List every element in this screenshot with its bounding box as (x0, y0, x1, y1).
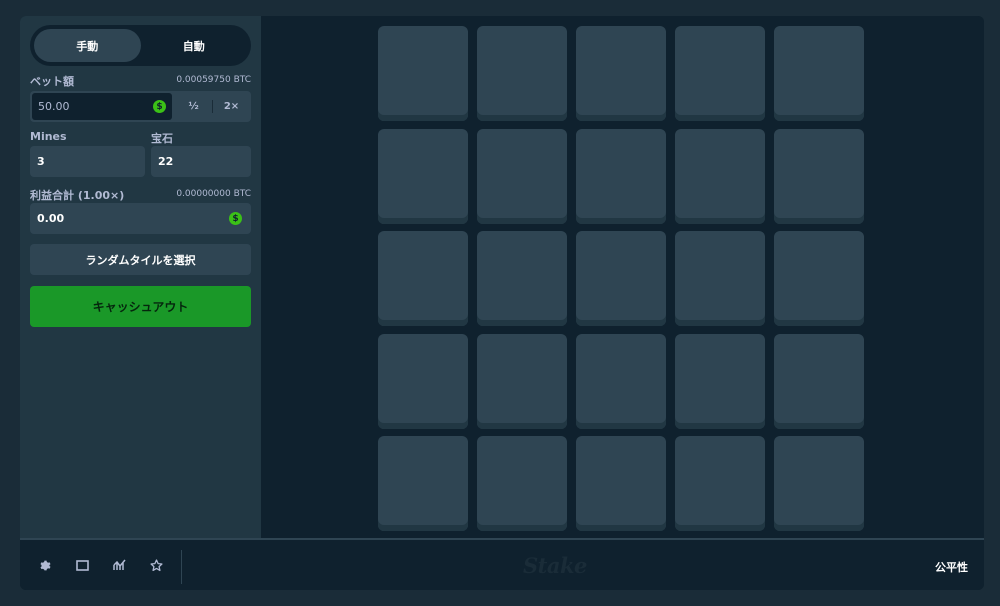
gems-label: 宝石 (151, 132, 173, 145)
mine-tile[interactable] (576, 128, 666, 224)
profit-btc-value: 0.00000000 BTC (176, 189, 251, 199)
mine-tile[interactable] (774, 128, 864, 224)
bet-sidebar: 手動 自動 ベット額 0.00059750 BTC 50.00 $ ½ 2× M… (20, 16, 261, 538)
live-stats-icon[interactable] (111, 557, 127, 573)
half-bet-button[interactable]: ½ (175, 93, 212, 120)
mine-tile[interactable] (576, 333, 666, 429)
game-footer: Stake 公平性 (20, 538, 984, 590)
currency-coin-icon: $ (229, 212, 242, 225)
mine-tile[interactable] (675, 128, 765, 224)
mine-tile[interactable] (378, 128, 468, 224)
mine-tile[interactable] (378, 436, 468, 531)
currency-coin-icon: $ (153, 100, 166, 113)
mine-tile[interactable] (774, 436, 864, 531)
favorite-icon[interactable] (148, 557, 164, 573)
mine-tile[interactable] (774, 333, 864, 429)
theatre-mode-icon[interactable] (74, 557, 90, 573)
mine-tile[interactable] (477, 231, 567, 326)
mine-tile[interactable] (675, 231, 765, 326)
bet-amount-group: 50.00 $ ½ 2× (30, 91, 251, 122)
mines-select[interactable]: 3 (30, 146, 145, 177)
tile-grid (378, 26, 867, 531)
bet-amount-value: 50.00 (38, 100, 70, 113)
gems-field: 22 (151, 146, 251, 177)
mine-tile[interactable] (477, 128, 567, 224)
bet-amount-label: ベット額 (30, 75, 74, 88)
mine-tile[interactable] (576, 436, 666, 531)
footer-divider (181, 550, 182, 584)
mine-tile[interactable] (774, 26, 864, 121)
mode-toggle: 手動 自動 (30, 25, 251, 66)
mine-tile[interactable] (378, 333, 468, 429)
fairness-link[interactable]: 公平性 (935, 559, 968, 575)
mine-tile[interactable] (477, 436, 567, 531)
settings-icon[interactable] (37, 557, 53, 573)
mine-tile[interactable] (576, 231, 666, 326)
game-frame: 手動 自動 ベット額 0.00059750 BTC 50.00 $ ½ 2× M… (20, 16, 984, 590)
mine-tile[interactable] (378, 26, 468, 121)
mine-tile[interactable] (576, 26, 666, 121)
stake-logo: Stake (523, 553, 587, 578)
mines-label: Mines (30, 130, 67, 143)
mine-tile[interactable] (675, 26, 765, 121)
mines-game-area (261, 16, 984, 538)
mine-tile[interactable] (774, 231, 864, 326)
mine-tile[interactable] (477, 26, 567, 121)
tab-manual[interactable]: 手動 (34, 29, 141, 62)
random-tile-button[interactable]: ランダムタイルを選択 (30, 244, 251, 275)
tab-auto[interactable]: 自動 (141, 29, 248, 62)
profit-amount: 0.00 (37, 212, 65, 225)
double-bet-button[interactable]: 2× (213, 93, 250, 120)
mine-tile[interactable] (675, 436, 765, 531)
mine-tile[interactable] (675, 333, 765, 429)
mine-tile[interactable] (378, 231, 468, 326)
bet-btc-value: 0.00059750 BTC (176, 75, 251, 85)
profit-label: 利益合計 (1.00×) (30, 189, 125, 202)
mine-tile[interactable] (477, 333, 567, 429)
bet-amount-input[interactable]: 50.00 $ (32, 93, 172, 120)
profit-field: 0.00 $ (30, 203, 251, 234)
cashout-button[interactable]: キャッシュアウト (30, 286, 251, 327)
